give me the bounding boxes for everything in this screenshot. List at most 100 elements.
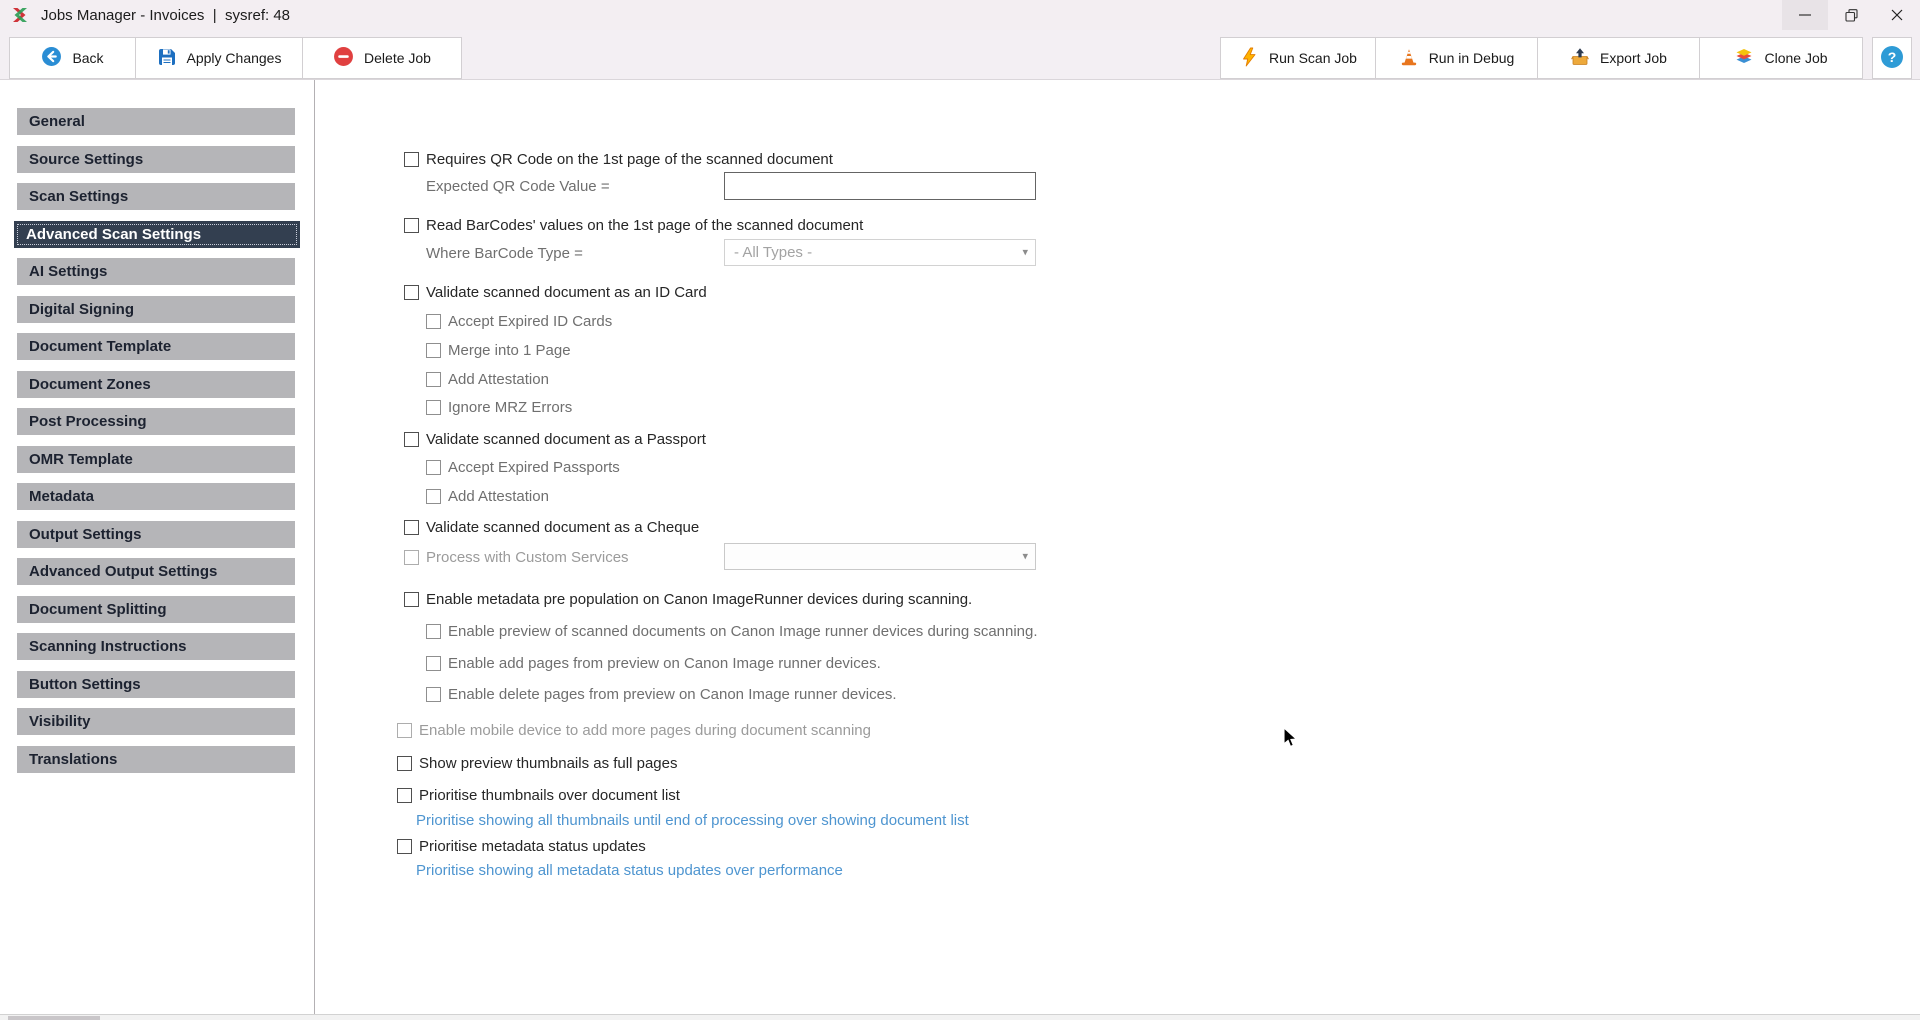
delete-job-button-label: Delete Job bbox=[364, 50, 431, 66]
row-ignore-mrz-errors: Ignore MRZ Errors bbox=[315, 398, 1920, 417]
prioritise-thumbnails-description-link[interactable]: Prioritise showing all thumbnails until … bbox=[416, 812, 969, 829]
traffic-cone-icon bbox=[1399, 47, 1419, 70]
sidebar-tab-ai-settings[interactable]: AI Settings bbox=[17, 258, 295, 285]
sidebar-tab-document-zones[interactable]: Document Zones bbox=[17, 371, 295, 398]
enable-add-pages-from-preview-label: Enable add pages from preview on Canon I… bbox=[448, 655, 881, 672]
validate-passport-label: Validate scanned document as a Passport bbox=[426, 431, 706, 448]
minimize-button[interactable] bbox=[1782, 0, 1828, 30]
enable-delete-pages-from-preview-checkbox[interactable] bbox=[426, 687, 441, 702]
row-validate-passport: Validate scanned document as a Passport bbox=[315, 430, 1920, 449]
validate-cheque-checkbox[interactable] bbox=[404, 520, 419, 535]
validate-passport-checkbox[interactable] bbox=[404, 432, 419, 447]
settings-sidebar: General Source Settings Scan Settings Advan… bbox=[0, 80, 315, 1014]
sidebar-tab-document-splitting[interactable]: Document Splitting bbox=[17, 596, 295, 623]
show-preview-thumbnails-full-pages-checkbox[interactable] bbox=[397, 756, 412, 771]
expected-qr-code-value-label: Expected QR Code Value = bbox=[426, 178, 610, 195]
accept-expired-id-cards-checkbox[interactable] bbox=[426, 314, 441, 329]
sidebar-tab-source-settings[interactable]: Source Settings bbox=[17, 146, 295, 173]
process-with-custom-services-label: Process with Custom Services bbox=[426, 549, 629, 566]
prioritise-thumbnails-over-document-list-label: Prioritise thumbnails over document list bbox=[419, 787, 680, 804]
process-with-custom-services-checkbox[interactable] bbox=[404, 550, 419, 565]
sidebar-tab-output-settings[interactable]: Output Settings bbox=[17, 521, 295, 548]
run-in-debug-button-label: Run in Debug bbox=[1429, 50, 1515, 66]
accept-expired-passports-checkbox[interactable] bbox=[426, 460, 441, 475]
app-logo-icon bbox=[10, 5, 30, 25]
clone-job-button[interactable]: Clone Job bbox=[1699, 37, 1863, 79]
run-scan-job-button[interactable]: Run Scan Job bbox=[1220, 37, 1376, 79]
sidebar-tab-general[interactable]: General bbox=[17, 108, 295, 135]
export-box-icon bbox=[1570, 47, 1590, 70]
requires-qr-code-checkbox[interactable] bbox=[404, 152, 419, 167]
close-button[interactable] bbox=[1874, 0, 1920, 30]
process-with-custom-services-dropdown[interactable]: ▾ bbox=[724, 543, 1036, 570]
add-attestation-id-card-checkbox[interactable] bbox=[426, 372, 441, 387]
row-enable-add-pages-from-preview: Enable add pages from preview on Canon I… bbox=[315, 654, 1920, 673]
enable-preview-scanned-documents-label: Enable preview of scanned documents on C… bbox=[448, 623, 1038, 640]
restore-button[interactable] bbox=[1828, 0, 1874, 30]
row-expected-qr-code-value: Expected QR Code Value = bbox=[315, 172, 1920, 200]
sidebar-tab-scanning-instructions[interactable]: Scanning Instructions bbox=[17, 633, 295, 660]
window-title: Jobs Manager - Invoices | sysref: 48 bbox=[41, 7, 290, 24]
prioritise-thumbnails-over-document-list-checkbox[interactable] bbox=[397, 788, 412, 803]
read-barcodes-values-checkbox[interactable] bbox=[404, 218, 419, 233]
barcode-type-dropdown[interactable]: - All Types -▾ bbox=[724, 239, 1036, 266]
export-job-button-label: Export Job bbox=[1600, 50, 1667, 66]
expected-qr-code-value-input[interactable] bbox=[724, 172, 1036, 200]
row-merge-into-1-page: Merge into 1 Page bbox=[315, 341, 1920, 360]
apply-changes-button[interactable]: Apply Changes bbox=[135, 37, 303, 79]
back-button[interactable]: Back bbox=[9, 37, 136, 79]
row-barcode-type: Where BarCode Type =- All Types -▾ bbox=[315, 239, 1920, 267]
sidebar-tab-scan-settings[interactable]: Scan Settings bbox=[17, 183, 295, 210]
sidebar-tab-document-template[interactable]: Document Template bbox=[17, 333, 295, 360]
sidebar-tab-omr-template[interactable]: OMR Template bbox=[17, 446, 295, 473]
svg-text:?: ? bbox=[1888, 49, 1897, 65]
delete-minus-circle-icon bbox=[333, 46, 354, 70]
enable-delete-pages-from-preview-label: Enable delete pages from preview on Cano… bbox=[448, 686, 897, 703]
validate-id-card-checkbox[interactable] bbox=[404, 285, 419, 300]
prioritise-metadata-description-link[interactable]: Prioritise showing all metadata status u… bbox=[416, 862, 843, 879]
row-prioritise-metadata-description-link: Prioritise showing all metadata status u… bbox=[315, 861, 1920, 879]
enable-add-pages-from-preview-checkbox[interactable] bbox=[426, 656, 441, 671]
clone-job-button-label: Clone Job bbox=[1764, 50, 1827, 66]
prioritise-metadata-status-updates-checkbox[interactable] bbox=[397, 839, 412, 854]
help-button[interactable]: ? bbox=[1872, 37, 1912, 79]
add-attestation-passport-checkbox[interactable] bbox=[426, 489, 441, 504]
run-in-debug-button[interactable]: Run in Debug bbox=[1375, 37, 1538, 79]
delete-job-button[interactable]: Delete Job bbox=[302, 37, 462, 79]
layers-icon bbox=[1734, 47, 1754, 70]
sidebar-tab-post-processing[interactable]: Post Processing bbox=[17, 408, 295, 435]
enable-mobile-device-add-pages-checkbox[interactable] bbox=[397, 723, 412, 738]
row-validate-id-card: Validate scanned document as an ID Card bbox=[315, 283, 1920, 302]
sidebar-tab-visibility[interactable]: Visibility bbox=[17, 708, 295, 735]
sidebar-tab-translations[interactable]: Translations bbox=[17, 746, 295, 773]
row-process-with-custom-services: Process with Custom Services ▾ bbox=[315, 543, 1920, 571]
sidebar-tab-metadata[interactable]: Metadata bbox=[17, 483, 295, 510]
enable-mobile-device-add-pages-label: Enable mobile device to add more pages d… bbox=[419, 722, 871, 739]
row-enable-delete-pages-from-preview: Enable delete pages from preview on Cano… bbox=[315, 685, 1920, 704]
row-enable-mobile-device-add-pages: Enable mobile device to add more pages d… bbox=[315, 721, 1920, 740]
row-requires-qr-code: Requires QR Code on the 1st page of the … bbox=[315, 150, 1920, 169]
chevron-down-icon: ▾ bbox=[1022, 551, 1028, 562]
merge-into-1-page-checkbox[interactable] bbox=[426, 343, 441, 358]
merge-into-1-page-label: Merge into 1 Page bbox=[448, 342, 571, 359]
row-prioritise-thumbnails-over-document-list: Prioritise thumbnails over document list bbox=[315, 786, 1920, 805]
export-job-button[interactable]: Export Job bbox=[1537, 37, 1700, 79]
row-add-attestation-passport: Add Attestation bbox=[315, 487, 1920, 506]
horizontal-scrollbar[interactable] bbox=[0, 1014, 1920, 1020]
enable-metadata-pre-population-checkbox[interactable] bbox=[404, 592, 419, 607]
toolbar: Back Apply Changes Delete Job bbox=[0, 30, 1920, 80]
title-bar: Jobs Manager - Invoices | sysref: 48 bbox=[0, 0, 1920, 30]
sidebar-tab-digital-signing[interactable]: Digital Signing bbox=[17, 296, 295, 323]
enable-preview-scanned-documents-checkbox[interactable] bbox=[426, 624, 441, 639]
add-attestation-passport-label: Add Attestation bbox=[448, 488, 549, 505]
row-prioritise-metadata-status-updates: Prioritise metadata status updates bbox=[315, 837, 1920, 856]
advanced-scan-settings-panel: Requires QR Code on the 1st page of the … bbox=[315, 80, 1920, 1014]
sidebar-tab-advanced-output-settings[interactable]: Advanced Output Settings bbox=[17, 558, 295, 585]
apply-changes-button-label: Apply Changes bbox=[187, 50, 282, 66]
save-floppy-icon bbox=[157, 47, 177, 70]
sidebar-tab-advanced-scan-settings[interactable]: Advanced Scan Settings bbox=[14, 221, 300, 248]
horizontal-scrollbar-thumb[interactable] bbox=[8, 1016, 100, 1020]
row-accept-expired-passports: Accept Expired Passports bbox=[315, 458, 1920, 477]
ignore-mrz-errors-checkbox[interactable] bbox=[426, 400, 441, 415]
sidebar-tab-button-settings[interactable]: Button Settings bbox=[17, 671, 295, 698]
